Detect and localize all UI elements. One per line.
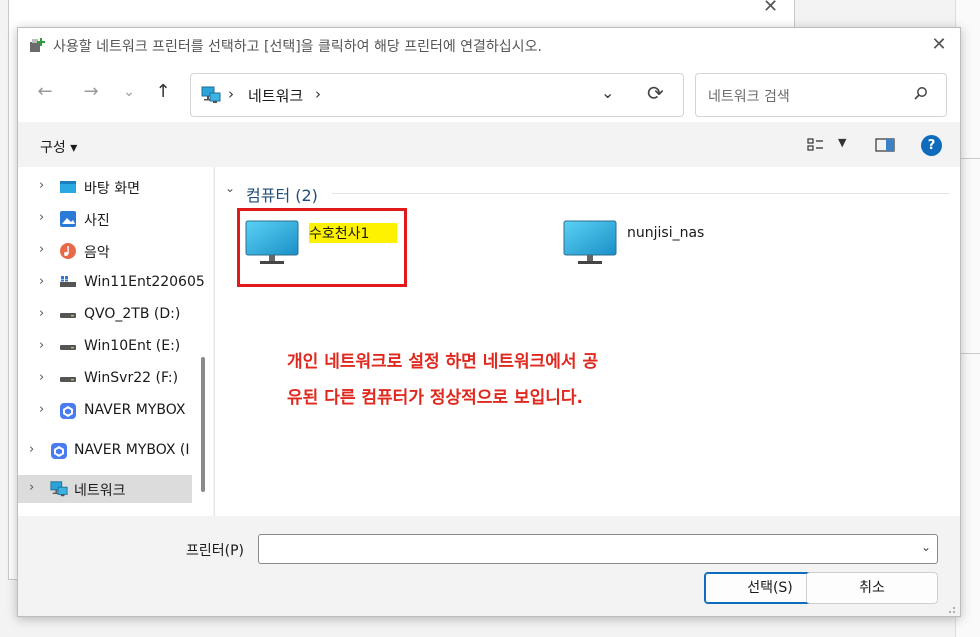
group-header-computers[interactable]: 컴퓨터 (2)	[246, 182, 318, 206]
search-icon[interactable]	[913, 86, 929, 102]
sidebar-item-label: Win10Ent (E:)	[84, 338, 181, 354]
chevron-down-icon[interactable]: ⌄	[225, 181, 235, 195]
content-pane: ⌄ 컴퓨터 (2) 수호천사1 nunjisi_nas 개인 네트워크로 설정 …	[215, 167, 960, 516]
printer-add-icon	[30, 38, 45, 52]
desktop-icon	[60, 181, 76, 193]
computer-item-2[interactable]: nunjisi_nas	[563, 219, 763, 279]
sidebar-item-label: 바탕 화면	[84, 181, 140, 197]
sidebar-item-label: WinSvr22 (F:)	[84, 370, 179, 386]
chevron-down-icon[interactable]: ⌄	[921, 540, 931, 554]
sidebar-item-label: 네트워크	[74, 483, 126, 499]
chevron-right-icon[interactable]: ›	[29, 480, 34, 495]
chevron-right-icon[interactable]: ›	[39, 338, 44, 353]
resize-grip-icon[interactable]	[946, 604, 956, 614]
chevron-right-icon[interactable]: ›	[39, 370, 44, 385]
breadcrumb-separator[interactable]: ›	[228, 85, 234, 103]
group-divider	[332, 193, 950, 194]
chevron-right-icon[interactable]: ›	[39, 242, 44, 257]
sidebar-item-pictures[interactable]: › 사진	[18, 205, 213, 233]
annotation-note-line-1: 개인 네트워크로 설정 하면 네트워크에서 공	[287, 352, 599, 372]
network-icon	[50, 481, 68, 497]
navigation-bar: ← → ⌄ ↑ › 네트워크 › ⌄ ⟳ 네트워크 검색	[18, 62, 960, 122]
address-dropdown-button[interactable]: ⌄	[601, 83, 614, 102]
sidebar-item-label: NAVER MYBOX (I	[74, 442, 190, 458]
printer-input[interactable]: ⌄	[258, 534, 938, 564]
bottom-bar: 프린터(P) ⌄ 선택(S) 취소	[18, 516, 960, 616]
help-icon[interactable]: ?	[921, 135, 942, 156]
search-input[interactable]: 네트워크 검색	[708, 86, 790, 106]
chevron-right-icon[interactable]: ›	[29, 442, 34, 457]
preview-pane-icon[interactable]	[875, 138, 895, 152]
drive-icon	[60, 345, 76, 350]
computer-name: nunjisi_nas	[627, 225, 705, 241]
breadcrumb-network[interactable]: 네트워크	[248, 85, 303, 106]
search-box[interactable]: 네트워크 검색	[695, 73, 947, 117]
drive-icon	[60, 313, 76, 318]
cancel-button[interactable]: 취소	[806, 572, 938, 604]
music-icon	[60, 243, 76, 259]
view-dropdown-icon[interactable]: ▼	[838, 136, 846, 149]
title-bar: 사용할 네트워크 프린터를 선택하고 [선택]을 클릭하여 해당 프린터에 연결…	[18, 28, 960, 62]
mybox-icon	[60, 403, 76, 419]
refresh-button[interactable]: ⟳	[647, 81, 664, 105]
drive-icon	[60, 377, 76, 382]
address-bar[interactable]: › 네트워크 › ⌄ ⟳	[190, 73, 684, 117]
navigation-pane: › 바탕 화면 › 사진 › 음악 › Win11Ent220605 › QVO…	[18, 167, 213, 516]
mybox-icon	[51, 443, 67, 459]
close-button[interactable]: ✕	[924, 32, 954, 58]
annotation-note-line-2: 유된 다른 컴퓨터가 정상적으로 보입니다.	[287, 388, 584, 408]
printer-select-dialog: 사용할 네트워크 프린터를 선택하고 [선택]을 클릭하여 해당 프린터에 연결…	[17, 27, 961, 617]
back-button[interactable]: ←	[30, 78, 60, 106]
forward-button[interactable]: →	[76, 78, 106, 106]
sidebar-item-label: 사진	[84, 213, 110, 229]
network-icon	[201, 86, 221, 103]
sidebar-item-music[interactable]: › 음악	[18, 237, 213, 265]
chevron-right-icon[interactable]: ›	[39, 306, 44, 321]
sidebar-item-label: QVO_2TB (D:)	[84, 306, 181, 322]
sidebar-scrollbar[interactable]	[201, 357, 205, 492]
annotation-highlight-box	[237, 208, 407, 287]
chevron-right-icon[interactable]: ›	[39, 210, 44, 225]
view-options-icon[interactable]	[807, 138, 825, 152]
pictures-icon	[60, 211, 76, 227]
sidebar-item-label: 음악	[84, 245, 110, 261]
sidebar-item-win11ent[interactable]: › Win11Ent220605	[18, 269, 213, 297]
sidebar-item-label: NAVER MYBOX	[84, 402, 186, 418]
chevron-right-icon[interactable]: ›	[39, 178, 44, 193]
organize-button[interactable]: 구성 ▾	[40, 137, 77, 157]
computer-icon	[563, 220, 617, 264]
sidebar-item-naver-mybox-2[interactable]: › NAVER MYBOX (I	[18, 437, 213, 465]
sidebar-item-network[interactable]: › 네트워크	[18, 475, 192, 503]
toolbar: 구성 ▾ ▼ ?	[18, 122, 960, 167]
sidebar-item-drive-d[interactable]: › QVO_2TB (D:)	[18, 301, 213, 329]
network-drive-icon	[60, 276, 76, 287]
background-close-icon: ✕	[763, 0, 779, 17]
printer-label: 프린터(P)	[186, 543, 245, 559]
chevron-right-icon[interactable]: ›	[39, 402, 44, 417]
dialog-title: 사용할 네트워크 프린터를 선택하고 [선택]을 클릭하여 해당 프린터에 연결…	[53, 39, 542, 55]
breadcrumb-separator[interactable]: ›	[315, 85, 321, 103]
sidebar-item-drive-f[interactable]: › WinSvr22 (F:)	[18, 365, 213, 393]
sidebar-item-desktop[interactable]: › 바탕 화면	[18, 173, 213, 201]
sidebar-item-label: Win11Ent220605	[84, 274, 205, 290]
chevron-right-icon[interactable]: ›	[39, 274, 44, 289]
sidebar-item-naver-mybox[interactable]: › NAVER MYBOX	[18, 397, 213, 425]
recent-locations-button[interactable]: ⌄	[114, 78, 144, 106]
up-button[interactable]: ↑	[148, 78, 178, 106]
sidebar-item-drive-e[interactable]: › Win10Ent (E:)	[18, 333, 213, 361]
